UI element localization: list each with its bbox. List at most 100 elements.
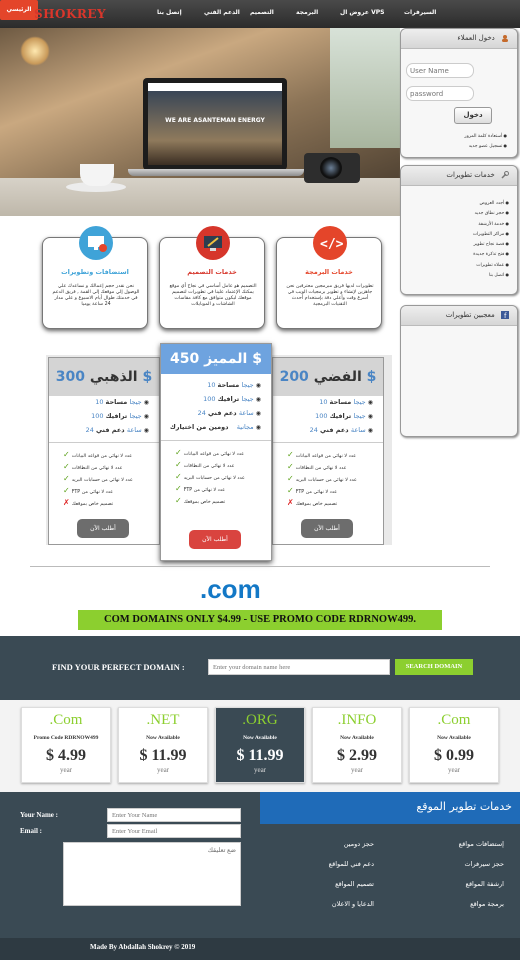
plan-check-item: ✗ تصميم خاص بموقعك	[63, 498, 113, 507]
plan-check-item: ✓ عدد لا نهائي من النطاقات	[63, 462, 123, 471]
services-item[interactable]: حجز نطاق جديد	[401, 208, 509, 218]
plan-check-text: تصميم خاص بموقعك	[71, 502, 114, 507]
screen-headline: WE ARE ASANTEMAN ENERGY	[165, 117, 265, 124]
plan-feature-label: ترافيك	[105, 412, 128, 420]
plan-check-text: عدد لا نهائي من النطاقات	[295, 466, 347, 471]
user-icon	[501, 34, 509, 42]
email-label: Email :	[20, 827, 42, 835]
tld-price: $ 0.99	[434, 747, 474, 764]
background-window	[330, 28, 400, 148]
plan-divider	[161, 440, 271, 441]
tld-card[interactable]: .Com Promo Code RDRNOW499 $ 4.99 year	[21, 707, 111, 783]
footer-service-link[interactable]: تصميم المواقع	[335, 880, 374, 888]
nav-item-design[interactable]: التصميم	[250, 9, 274, 16]
name-label: Your Name :	[20, 811, 58, 819]
check-icon: ✓	[175, 484, 182, 493]
plan-check-item: ✓ عدد لا نهائي من النطاقات	[175, 460, 235, 469]
design-monitor-icon	[196, 226, 230, 260]
tld-card[interactable]: .ORG Now Available $ 11.99 year	[215, 707, 305, 783]
plan-check-item: ✓ عدد لا نهائي من حسابات البريد	[63, 474, 133, 483]
plan-check-text: عدد لا نهائي من حسابات البريد	[71, 478, 133, 483]
site-logo[interactable]: SHOKREY	[34, 7, 106, 21]
nav-item-vps[interactable]: عروض ال VPS	[340, 9, 384, 16]
check-icon: ✓	[287, 474, 294, 483]
tld-card[interactable]: .Com Now Available $ 0.99 year	[409, 707, 499, 783]
plan-check-item: ✓ عدد لا نهائي من النطاقات	[287, 462, 347, 471]
plan-feature-row: مجانية دومين من اختيارك	[170, 423, 261, 431]
plan-premium: المميز 450 $ 10 جيجا مساحة 100 جيجا تراف…	[160, 343, 272, 561]
plan-name: الذهبي	[89, 369, 138, 385]
nav-item-servers[interactable]: السيرفرات	[404, 9, 436, 16]
laptop-screen: WE ARE ASANTEMAN ENERGY	[148, 83, 282, 165]
plan-check-item: ✓ عدد لا نهائي من حسابات البريد	[175, 472, 245, 481]
wrench-icon	[501, 171, 509, 179]
plan-name: الفضي	[313, 369, 362, 385]
order-button[interactable]: أطلب الآن	[301, 519, 353, 538]
email-input[interactable]	[107, 824, 241, 838]
plan-check-text: FTP عدد لا نهائي من	[295, 490, 338, 495]
services-item[interactable]: قصة نجاح تطوير	[401, 239, 509, 249]
facebook-icon[interactable]: f	[501, 311, 509, 320]
plan-feature-label: مساحة	[217, 381, 240, 389]
plan-feature-row: 10 جيجا مساحة	[201, 381, 261, 389]
tld-unit: year	[156, 766, 170, 774]
feature-card-design: خدمات التصميم التصميم هو عامل أساسي في ن…	[159, 226, 265, 329]
name-input[interactable]	[107, 808, 241, 822]
check-icon: ✓	[287, 486, 294, 495]
nav-item-home[interactable]: الرئيسي	[0, 0, 38, 20]
plan-check-item: ✓ FTP عدد لا نهائي من	[287, 486, 337, 495]
footer-service-link[interactable]: الدعايا و الاعلان	[332, 900, 374, 908]
fans-box: معجبين تطويرات f	[400, 305, 518, 437]
plan-feature-row: 100 جيجا ترافيك	[197, 395, 261, 403]
check-icon: ✓	[175, 460, 182, 469]
footer-service-link[interactable]: حجز سيرفرات	[465, 860, 504, 868]
login-button[interactable]: دخول	[454, 107, 492, 124]
feature-title: خدمات البرمجة	[305, 268, 353, 276]
plan-check-item: ✓ عدد لا نهائي من قواعد البيانات	[175, 448, 244, 457]
username-input[interactable]	[406, 63, 474, 78]
services-item[interactable]: خدمة الأرشفة	[401, 219, 509, 229]
comment-textarea[interactable]	[63, 842, 241, 906]
tld-card[interactable]: .INFO Now Available $ 2.99 year	[312, 707, 402, 783]
tld-name: .NET	[146, 712, 180, 728]
fans-box-header: معجبين تطويرات f	[401, 306, 517, 326]
footer-service-link[interactable]: دعم فني للمواقع	[329, 860, 374, 868]
domain-search-bar: FIND YOUR PERFECT DOMAIN : SEARCH DOMAIN	[0, 636, 520, 700]
register-link[interactable]: تسجيل عضو جديد	[464, 141, 507, 151]
nav-item-contact[interactable]: إتصل بنا	[157, 9, 182, 16]
plan-check-text: تصميم خاص بموقعك	[183, 500, 226, 505]
plan-check-text: عدد لا نهائي من قواعد البيانات	[183, 452, 245, 457]
feature-text: نحن نقدر حجم إعمالك و نساعدك علي الوصول …	[52, 284, 140, 307]
nav-item-programming[interactable]: البرمجة	[296, 9, 318, 16]
footer-service-link[interactable]: حجز دومين	[344, 840, 374, 848]
services-item[interactable]: مراكز التطويرات	[401, 229, 509, 239]
svg-text:</>: </>	[320, 237, 344, 252]
order-button[interactable]: أطلب الآن	[77, 519, 129, 538]
services-item[interactable]: عملاء تطويرات	[401, 260, 509, 270]
plan-feature-row: 10 جيجا مساحة	[313, 398, 373, 406]
search-domain-button[interactable]: SEARCH DOMAIN	[395, 659, 473, 675]
tld-price: $ 4.99	[46, 747, 86, 764]
services-item[interactable]: أجدد العروض	[401, 198, 509, 208]
monitor-gear-icon	[79, 226, 113, 260]
services-item[interactable]: فتح تذكرة جديدة	[401, 249, 509, 259]
promo-banner: COM DOMAINS ONLY $4.99 - USE PROMO CODE …	[78, 610, 442, 630]
domain-search-input[interactable]	[208, 659, 390, 675]
plan-feature-label: دعم فني	[319, 426, 349, 434]
footer-service-link[interactable]: برمجة مواقع	[470, 900, 504, 908]
footer-service-link[interactable]: إستضافات مواقع	[459, 840, 504, 848]
footer-service-link[interactable]: ارشفة المواقع	[465, 880, 504, 888]
tld-card[interactable]: .NET Now Available $ 11.99 year	[118, 707, 208, 783]
plan-check-text: عدد لا نهائي من حسابات البريد	[295, 478, 357, 483]
plan-feature-row: 100 جيجا ترافيك	[85, 412, 149, 420]
plan-check-text: FTP عدد لا نهائي من	[183, 488, 226, 493]
services-box-title: خدمات تطويرات	[446, 171, 495, 179]
nav-item-support[interactable]: الدعم الفني	[204, 9, 240, 16]
forgot-password-link[interactable]: أستعادة كلمة المرور	[464, 131, 507, 141]
order-button[interactable]: أطلب الآن	[189, 530, 241, 549]
plan-divider	[49, 442, 159, 443]
tld-sub: Now Available	[437, 735, 471, 741]
tld-unit: year	[447, 766, 461, 774]
services-item[interactable]: اتصل بنا	[401, 270, 509, 280]
password-input[interactable]	[406, 86, 474, 101]
